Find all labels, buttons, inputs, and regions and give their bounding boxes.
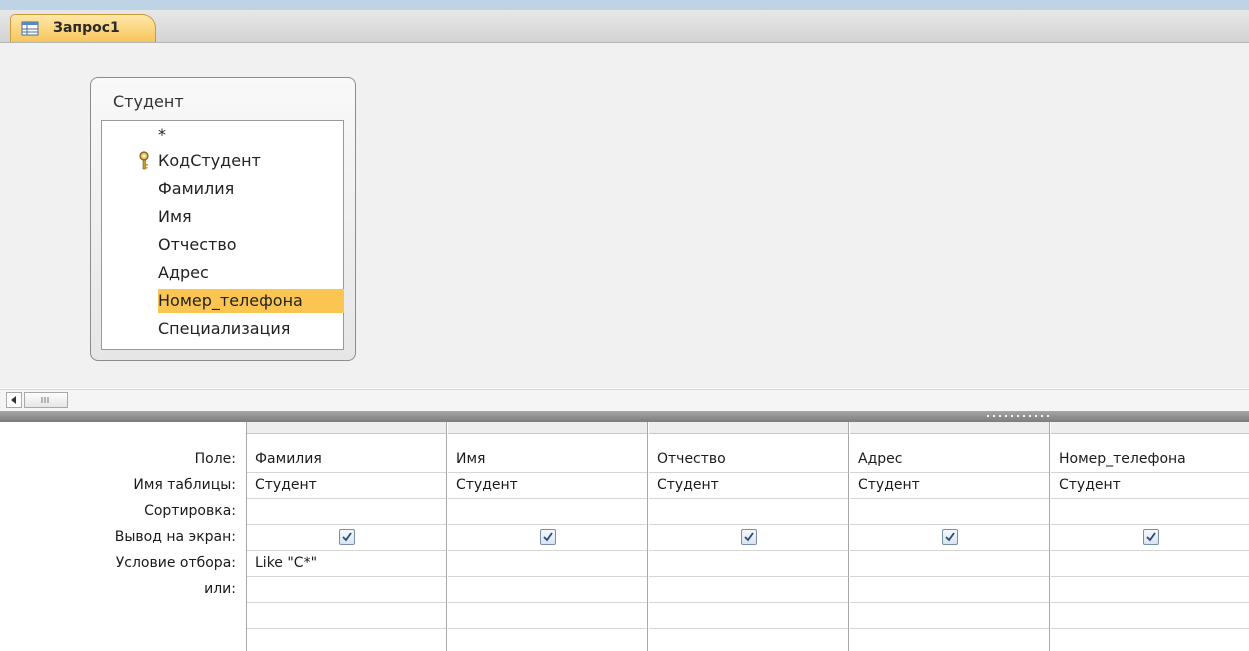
show-checkbox[interactable] [741, 529, 757, 545]
checkmark-icon [543, 532, 553, 542]
row-label-sort: Сортировка: [144, 503, 236, 519]
table-title: Студент [113, 92, 184, 111]
cell-criteria[interactable]: Like "С*" [255, 552, 317, 574]
splitter-grip-icon [985, 414, 1051, 418]
cell-field[interactable]: Адрес [858, 448, 902, 470]
field-specializaciya[interactable]: Специализация [158, 317, 290, 341]
checkmark-icon [744, 532, 754, 542]
field-kodstudent[interactable]: КодСтудент [158, 149, 261, 173]
window-top-border [0, 0, 1249, 10]
field-otchestvo[interactable]: Отчество [158, 233, 237, 257]
arrow-left-icon [11, 396, 16, 404]
field-imya[interactable]: Имя [158, 205, 192, 229]
tab-query1[interactable]: Запрос1 [10, 14, 156, 42]
column-selector[interactable] [247, 422, 446, 434]
query-design-pane: Студент * КодСтудент Фамилия Имя Отчеств… [0, 43, 1249, 388]
grid-column-2[interactable]: Имя Студент [448, 422, 648, 651]
query-icon [21, 20, 39, 36]
cell-field[interactable]: Отчество [657, 448, 726, 470]
field-adres[interactable]: Адрес [158, 261, 209, 285]
grid-column-3[interactable]: Отчество Студент [649, 422, 849, 651]
scroll-left-button[interactable] [6, 392, 22, 408]
checkmark-icon [945, 532, 955, 542]
column-selector[interactable] [850, 422, 1049, 434]
row-label-show: Вывод на экран: [114, 529, 236, 545]
cell-field[interactable]: Имя [456, 448, 485, 470]
row-label-field: Поле: [194, 451, 236, 467]
field-familiya[interactable]: Фамилия [158, 177, 234, 201]
grip-icon [41, 397, 49, 403]
row-label-or: или: [204, 581, 236, 597]
query-grid-pane: Поле: Имя таблицы: Сортировка: Вывод на … [0, 422, 1249, 651]
table-field-list-window[interactable]: Студент * КодСтудент Фамилия Имя Отчеств… [90, 77, 356, 361]
tab-label: Запрос1 [53, 20, 120, 36]
cell-table[interactable]: Студент [858, 474, 920, 496]
checkmark-icon [342, 532, 352, 542]
cell-table[interactable]: Студент [1059, 474, 1121, 496]
field-nomer-telefona[interactable]: Номер_телефона [158, 289, 344, 313]
row-label-table: Имя таблицы: [133, 477, 236, 493]
column-selector[interactable] [448, 422, 647, 434]
grid-column-4[interactable]: Адрес Студент [850, 422, 1050, 651]
column-selector[interactable] [649, 422, 848, 434]
field-list: * КодСтудент Фамилия Имя Отчество Адрес … [101, 120, 344, 350]
scroll-thumb[interactable] [24, 392, 68, 408]
show-checkbox[interactable] [1143, 529, 1159, 545]
column-selector[interactable] [1051, 422, 1249, 434]
cell-table[interactable]: Студент [255, 474, 317, 496]
query-design-grid: Фамилия Студент Like "С*" Имя Студент От… [246, 422, 1249, 651]
primary-key-icon [138, 151, 150, 171]
checkmark-icon [1146, 532, 1156, 542]
cell-field[interactable]: Номер_телефона [1059, 448, 1186, 470]
field-all[interactable]: * [158, 123, 166, 147]
grid-column-1[interactable]: Фамилия Студент Like "С*" [247, 422, 447, 651]
show-checkbox[interactable] [540, 529, 556, 545]
horizontal-scrollbar[interactable] [0, 389, 1249, 412]
cell-table[interactable]: Студент [657, 474, 719, 496]
cell-field[interactable]: Фамилия [255, 448, 322, 470]
document-tab-bar: Запрос1 [0, 10, 1249, 43]
row-label-criteria: Условие отбора: [115, 555, 236, 571]
grid-column-5[interactable]: Номер_телефона Студент [1051, 422, 1249, 651]
pane-splitter[interactable] [0, 411, 1249, 422]
cell-table[interactable]: Студент [456, 474, 518, 496]
show-checkbox[interactable] [942, 529, 958, 545]
show-checkbox[interactable] [339, 529, 355, 545]
